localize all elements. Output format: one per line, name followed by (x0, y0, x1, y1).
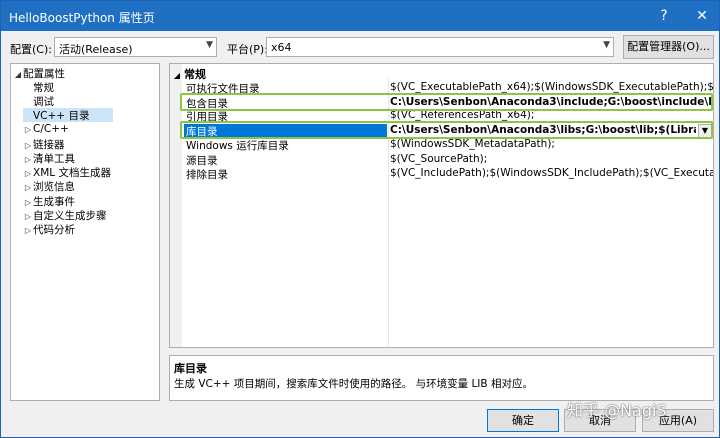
expand-triangle-icon[interactable]: ▷ (23, 198, 33, 207)
library-dirs-highlight (180, 121, 713, 139)
property-name: 排除目录 (186, 169, 228, 181)
tree-item-label: C/C++ (33, 122, 69, 135)
tree-item-label: 生成事件 (33, 195, 75, 208)
tree-item-label: 常规 (33, 82, 54, 94)
tree-item[interactable]: ▷ XML 文档生成器 (23, 165, 111, 179)
configuration-manager-button[interactable]: 配置管理器(O)... (623, 35, 714, 59)
expand-triangle-icon[interactable]: ▷ (23, 141, 33, 150)
tree-item-label: VC++ 目录 (33, 110, 90, 123)
property-value[interactable]: $(VC_SourcePath); (390, 153, 713, 165)
tree-item[interactable]: 调试 (23, 94, 54, 108)
ok-button[interactable]: 确定 (487, 409, 559, 432)
expand-triangle-icon[interactable]: ▷ (23, 125, 33, 134)
tree-item[interactable]: ▷ 生成事件 (23, 194, 75, 208)
description-title: 库目录 (174, 362, 207, 375)
property-value[interactable]: $(WindowsSDK_MetadataPath); (390, 138, 713, 150)
property-value[interactable]: $(VC_ExecutablePath_x64);$(WindowsSDK_Ex… (390, 81, 713, 93)
tree-item-label: 自定义生成步骤 (33, 209, 107, 222)
tree-item-label: 调试 (33, 96, 54, 109)
platform-value: x64 (271, 41, 292, 54)
tree-item[interactable]: ▷ 链接器 (23, 137, 65, 151)
property-tree[interactable]: ◢ 配置属性 常规 调试 VC++ 目录 ▷ C/C++ ▷ 链接器 ▷ 清单工具 ▷ XML 文档生… (10, 63, 160, 401)
configuration-row: 配置(C): 活动(Release) ▼ 平台(P): x64 ▼ 配置管理器(… (1, 35, 719, 59)
tree-item[interactable]: ▷ 代码分析 (23, 222, 75, 236)
tree-item-label: 清单工具 (33, 153, 75, 165)
tree-item-label: 浏览信息 (33, 181, 75, 194)
collapse-triangle-icon[interactable]: ◢ (170, 71, 184, 80)
platform-combo[interactable]: x64 ▼ (266, 37, 614, 57)
tree-item[interactable]: ▷ 自定义生成步骤 (23, 208, 107, 222)
watermark: 知乎 @NagiS (567, 401, 667, 420)
tree-root[interactable]: ◢ 配置属性 (13, 66, 65, 80)
configuration-label: 配置(C): (10, 43, 52, 56)
include-dirs-highlight (180, 93, 713, 111)
description-panel: 库目录 生成 VC++ 项目期间，搜索库文件时使用的路径。 与环境变量 LIB … (169, 355, 714, 401)
close-button[interactable]: ✕ (687, 5, 717, 27)
tree-item[interactable]: 常规 (23, 80, 54, 94)
title-bar[interactable]: HelloBoostPython 属性页 ? ✕ (1, 1, 719, 31)
tree-item-label: XML 文档生成器 (33, 167, 111, 180)
grid-row[interactable]: 源目录 $(VC_SourcePath); (184, 153, 713, 167)
description-text: 生成 VC++ 项目期间，搜索库文件时使用的路径。 与环境变量 LIB 相对应。 (174, 378, 533, 390)
help-button[interactable]: ? (649, 5, 679, 27)
grid-row[interactable]: Windows 运行库目录 $(WindowsSDK_MetadataPath); (184, 138, 713, 152)
chevron-down-icon: ▼ (603, 40, 610, 50)
grid-row[interactable]: 排除目录 $(VC_IncludePath);$(WindowsSDK_Inclu… (184, 167, 713, 181)
chevron-down-icon: ▼ (206, 40, 213, 50)
expand-triangle-icon[interactable]: ▷ (23, 155, 33, 164)
property-grid[interactable]: ◢ 常规 可执行文件目录 $(VC_ExecutablePath_x64);$(Wi… (169, 63, 714, 348)
tree-item[interactable]: VC++ 目录 (23, 108, 113, 123)
tree-item[interactable]: ▷ C/C++ (23, 123, 69, 137)
property-pages-window: HelloBoostPython 属性页 ? ✕ 配置(C): 活动(Relea… (0, 0, 720, 438)
tree-item-label: 代码分析 (33, 224, 75, 236)
expand-triangle-icon[interactable]: ▷ (23, 169, 33, 178)
configuration-combo[interactable]: 活动(Release) ▼ (54, 37, 217, 57)
category-general[interactable]: ◢ 常规 (170, 66, 206, 82)
configuration-value: 活动(Release) (59, 43, 133, 56)
expand-triangle-icon[interactable]: ▷ (23, 183, 33, 192)
expand-triangle-icon[interactable]: ▷ (23, 212, 33, 221)
property-value[interactable]: $(VC_IncludePath);$(WindowsSDK_IncludePa… (390, 167, 713, 179)
tree-item[interactable]: ▷ 浏览信息 (23, 179, 75, 193)
tree-item-label: 链接器 (33, 138, 65, 151)
window-title: HelloBoostPython 属性页 (9, 11, 155, 25)
property-name: 源目录 (186, 155, 218, 167)
property-name: Windows 运行库目录 (186, 140, 289, 152)
platform-label: 平台(P): (227, 43, 268, 56)
expand-triangle-icon[interactable]: ▷ (23, 226, 33, 235)
collapse-triangle-icon[interactable]: ◢ (13, 70, 23, 79)
tree-item[interactable]: ▷ 清单工具 (23, 151, 75, 165)
